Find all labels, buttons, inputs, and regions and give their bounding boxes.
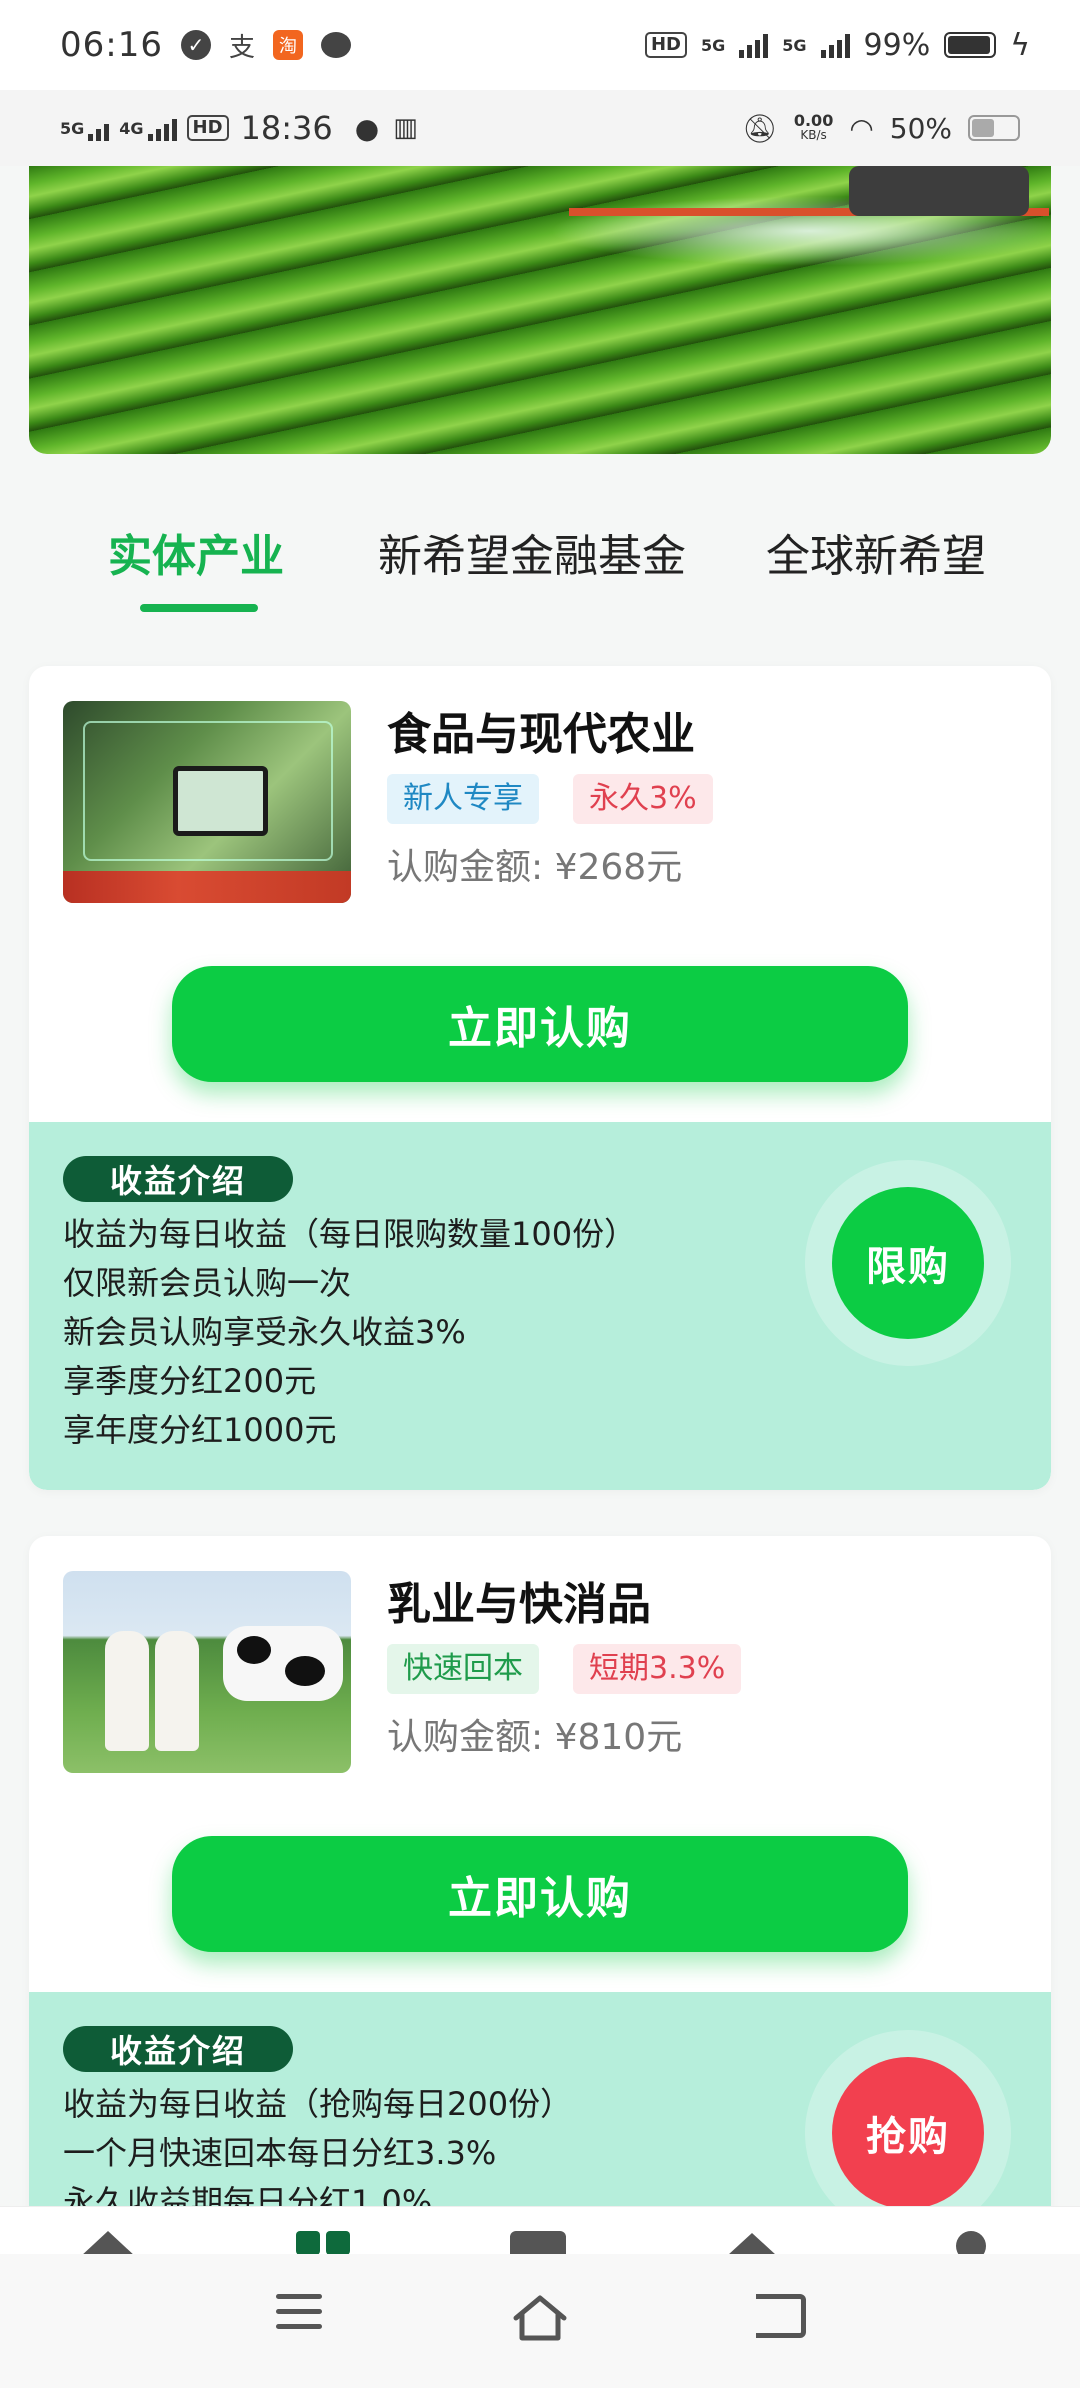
product-card: 食品与现代农业 新人专享 永久3% 认购金额: ¥268元 立即认购 收益介绍 … bbox=[29, 666, 1051, 1490]
inner-battery-percent: 50% bbox=[889, 111, 952, 145]
income-intro-label: 收益介绍 bbox=[63, 2026, 293, 2072]
hd-icon: HD bbox=[644, 32, 687, 58]
product-image-dairy bbox=[63, 1571, 351, 1773]
income-intro-panel: 收益介绍 收益为每日收益（每日限购数量100份） 仅限新会员认购一次 新会员认购… bbox=[29, 1122, 1051, 1490]
income-intro-lines: 收益为每日收益（抢购每日200份） 一个月快速回本每日分红3.3% 永久收益期每… bbox=[63, 2080, 572, 2227]
limited-purchase-label: 限购 bbox=[832, 1187, 984, 1339]
tab-physical-industry[interactable]: 实体产业 bbox=[108, 520, 284, 584]
products-tab-icon[interactable] bbox=[296, 2231, 352, 2254]
signal-icon-2 bbox=[820, 32, 850, 58]
intro-line: 新会员认购享受永久收益3% bbox=[63, 1313, 466, 1351]
charging-icon: ϟ bbox=[1010, 27, 1030, 63]
limited-purchase-badge[interactable]: 限购 bbox=[805, 1160, 1011, 1366]
badge-permanent-rate: 永久3% bbox=[573, 774, 713, 824]
net-speed: 0.00 KB/s bbox=[793, 111, 834, 143]
status-right: HD 5G 5G 99% ϟ bbox=[644, 27, 1030, 63]
network-label-2: 5G bbox=[782, 35, 807, 55]
inner-status-bar: 5G 4G HD 18:36 ● ▥ 🔕︎ 0.00 KB/s ◠ 50% bbox=[0, 90, 1080, 166]
buy-now-button[interactable]: 立即认购 bbox=[172, 966, 908, 1082]
status-bar: 06:16 ✓ 支 淘 HD 5G 5G 99% ϟ bbox=[0, 0, 1080, 90]
profile-tab-icon[interactable] bbox=[956, 2231, 986, 2254]
intro-line: 仅限新会员认购一次 bbox=[63, 1264, 352, 1302]
rush-purchase-label: 抢购 bbox=[832, 2057, 984, 2209]
product-image-agriculture bbox=[63, 701, 351, 903]
menu-icon[interactable] bbox=[276, 2294, 322, 2339]
community-tab-icon[interactable] bbox=[728, 2231, 784, 2254]
bottom-tab-bar bbox=[0, 2206, 1080, 2254]
tab-global-new-hope[interactable]: 全球新希望 bbox=[766, 520, 986, 584]
status-time: 06:16 bbox=[60, 25, 163, 65]
farm-banner-image[interactable] bbox=[29, 166, 1051, 454]
message-icon bbox=[321, 32, 351, 58]
market-tab-icon[interactable] bbox=[510, 2231, 566, 2254]
inner-network-label-2: 4G bbox=[119, 118, 144, 138]
home-tab-icon[interactable] bbox=[80, 2231, 136, 2254]
inner-status-time: 18:36 bbox=[240, 109, 333, 147]
inner-signal-icon-2 bbox=[147, 115, 177, 141]
badge-new-user: 新人专享 bbox=[387, 774, 539, 824]
wifi-icon: ◠ bbox=[849, 111, 874, 145]
badge-short-term-rate: 短期3.3% bbox=[573, 1644, 742, 1694]
mute-icon: 🔕︎ bbox=[742, 111, 778, 145]
intro-line: 享季度分红200元 bbox=[63, 1362, 317, 1400]
intro-line: 一个月快速回本每日分红3.3% bbox=[63, 2134, 497, 2172]
battery-percent: 99% bbox=[863, 27, 931, 63]
verified-icon: ✓ bbox=[180, 30, 211, 60]
alipay-icon: 支 bbox=[228, 32, 255, 63]
subscription-price: 认购金额: ¥810元 bbox=[387, 1717, 683, 1758]
app-screen: 06:16 ✓ 支 淘 HD 5G 5G 99% ϟ 5G 4G HD 18:3… bbox=[0, 0, 1080, 2388]
intro-line: 享年度分红1000元 bbox=[63, 1411, 337, 1449]
inner-battery-icon bbox=[968, 115, 1020, 141]
active-tab-indicator bbox=[140, 604, 258, 612]
taobao-icon: 淘 bbox=[273, 30, 303, 60]
inner-status-right: 🔕︎ 0.00 KB/s ◠ 50% bbox=[742, 112, 1020, 145]
signal-icon-1 bbox=[739, 32, 769, 58]
battery-icon bbox=[944, 32, 997, 58]
income-intro-lines: 收益为每日收益（每日限购数量100份） 仅限新会员认购一次 新会员认购享受永久收… bbox=[63, 1210, 636, 1455]
product-title: 食品与现代农业 bbox=[387, 709, 695, 760]
system-navigation-bar bbox=[0, 2254, 1080, 2388]
back-icon[interactable] bbox=[756, 2294, 806, 2338]
product-card: 乳业与快消品 快速回本 短期3.3% 认购金额: ¥810元 立即认购 收益介绍… bbox=[29, 1536, 1051, 2236]
product-title: 乳业与快消品 bbox=[387, 1579, 651, 1630]
subscription-price: 认购金额: ¥268元 bbox=[387, 847, 683, 888]
intro-line: 收益为每日收益（抢购每日200份） bbox=[63, 2085, 573, 2123]
category-tabs: 实体产业 新希望金融基金 全球新希望 bbox=[0, 500, 1080, 620]
intro-line: 收益为每日收益（每日限购数量100份） bbox=[63, 1215, 637, 1253]
income-intro-label: 收益介绍 bbox=[63, 1156, 293, 1202]
home-icon[interactable] bbox=[510, 2294, 570, 2344]
inner-signal-icon-1 bbox=[88, 115, 110, 141]
buy-now-button[interactable]: 立即认购 bbox=[172, 1836, 908, 1952]
book-icon: ▥ bbox=[393, 113, 418, 143]
badge-fast-payback: 快速回本 bbox=[387, 1644, 539, 1694]
inner-network-label-1: 5G bbox=[60, 118, 85, 138]
inner-hd-icon: HD bbox=[186, 115, 229, 141]
qq-icon: ● bbox=[354, 111, 380, 145]
income-intro-panel: 收益介绍 收益为每日收益（抢购每日200份） 一个月快速回本每日分红3.3% 永… bbox=[29, 1992, 1051, 2236]
network-label-1: 5G bbox=[700, 35, 726, 55]
tab-finance-fund[interactable]: 新希望金融基金 bbox=[378, 520, 686, 584]
